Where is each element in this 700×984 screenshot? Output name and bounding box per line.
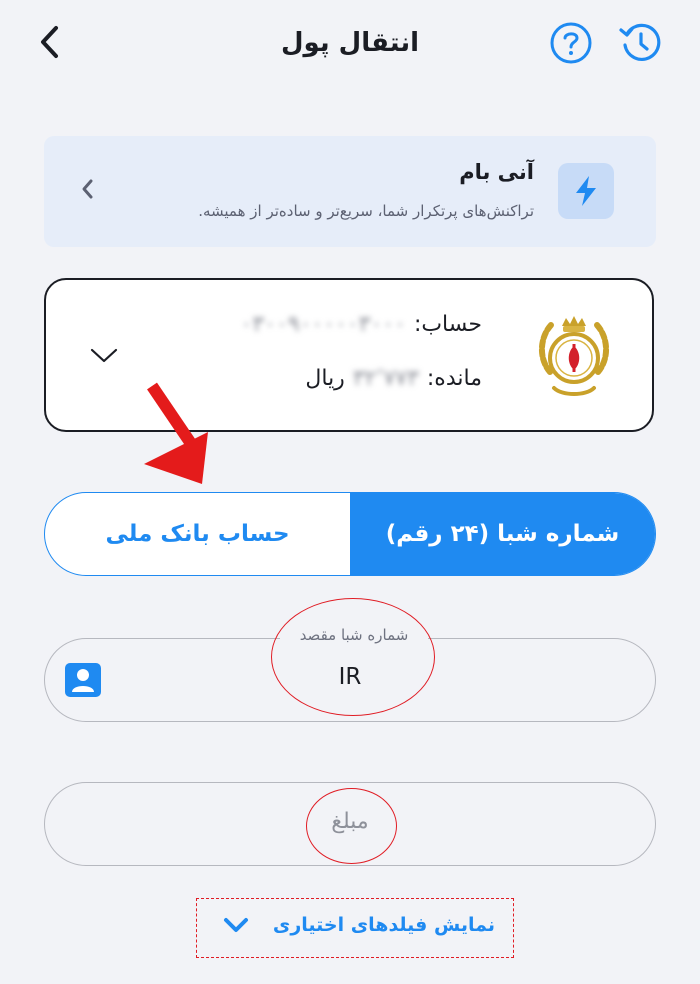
tab-sheba-number[interactable]: شماره شبا (۲۴ رقم) bbox=[350, 493, 655, 575]
balance-masked: ۳۲٬۷۷۳ bbox=[352, 366, 419, 391]
tab-bank-melli-account[interactable]: حساب بانک ملی bbox=[45, 493, 350, 575]
optional-fields-label: نمایش فیلدهای اختیاری bbox=[272, 914, 495, 936]
annotation-circle bbox=[271, 598, 435, 716]
lightning-icon bbox=[576, 176, 596, 206]
promo-title: آنی بام bbox=[459, 160, 534, 184]
help-button[interactable] bbox=[548, 20, 594, 66]
currency-label: ریال bbox=[305, 366, 345, 391]
question-circle-icon bbox=[550, 22, 592, 64]
history-icon bbox=[619, 23, 661, 61]
annotation-arrow-icon bbox=[144, 382, 208, 484]
show-optional-fields-button[interactable]: نمایش فیلدهای اختیاری bbox=[196, 898, 514, 958]
source-account-selector[interactable]: حساب: ۰۳۰۰۹۰۰۰۰۰۳۰۰۰ مانده: ۳۲٬۷۷۳ ریال bbox=[44, 278, 654, 432]
promo-icon-box bbox=[558, 163, 614, 219]
contact-icon bbox=[65, 663, 101, 697]
balance-label: مانده: bbox=[426, 366, 482, 391]
account-number-row: حساب: ۰۳۰۰۹۰۰۰۰۰۳۰۰۰ bbox=[241, 312, 483, 337]
promo-banner-ani-bam[interactable]: آنی بام تراکنش‌های پرتکرار شما، سریع‌تر … bbox=[44, 136, 656, 247]
page-title: انتقال پول bbox=[281, 28, 419, 58]
promo-description: تراکنش‌های پرتکرار شما، سریع‌تر و ساده‌ت… bbox=[198, 202, 534, 220]
chevron-left-icon bbox=[82, 179, 93, 199]
annotation-circle bbox=[306, 788, 397, 864]
balance-row: مانده: ۳۲٬۷۷۳ ریال bbox=[305, 366, 482, 391]
account-label: حساب: bbox=[413, 312, 482, 337]
destination-type-tabs: حساب بانک ملی شماره شبا (۲۴ رقم) bbox=[44, 492, 656, 576]
chevron-down-icon bbox=[224, 918, 248, 932]
account-number-masked: ۰۳۰۰۹۰۰۰۰۰۳۰۰۰ bbox=[240, 312, 406, 337]
chevron-down-icon bbox=[90, 348, 118, 363]
bank-melli-logo bbox=[539, 316, 609, 396]
contact-picker-button[interactable] bbox=[64, 662, 102, 698]
chevron-left-icon bbox=[41, 26, 58, 58]
back-button[interactable] bbox=[30, 22, 70, 62]
history-button[interactable] bbox=[616, 18, 666, 68]
